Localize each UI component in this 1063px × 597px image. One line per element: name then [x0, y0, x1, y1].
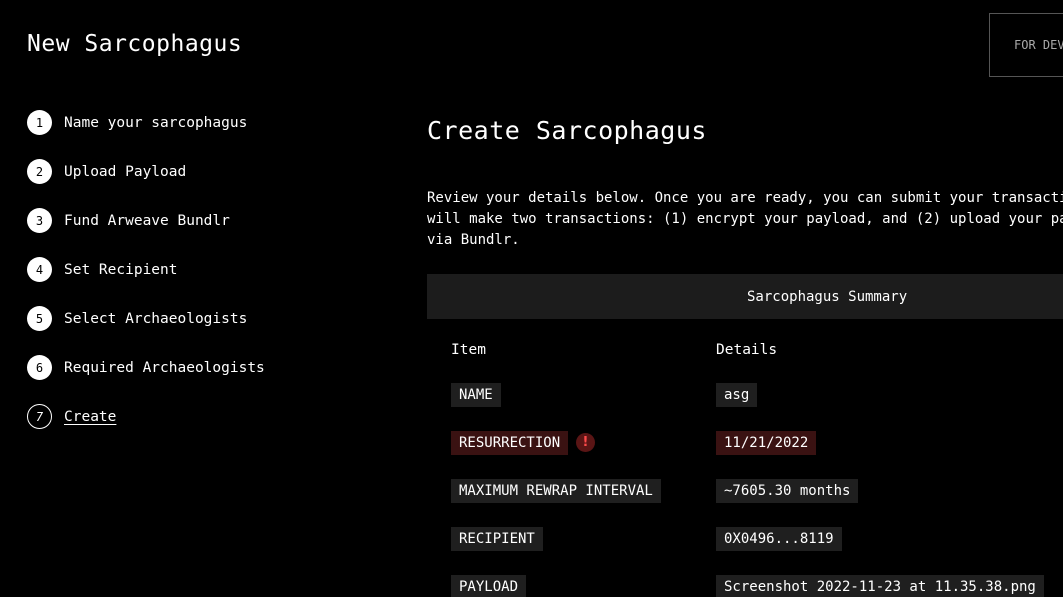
- summary-value-resurrection: 11/21/2022: [716, 431, 817, 455]
- step-number: 2: [27, 159, 52, 184]
- step-label: Name your sarcophagus: [64, 114, 248, 131]
- step-upload-payload[interactable]: 2 Upload Payload: [27, 159, 265, 184]
- summary-value-recipient: 0X0496...8119: [716, 527, 842, 551]
- step-number: 6: [27, 355, 52, 380]
- column-header-item: Item: [451, 342, 486, 358]
- step-label: Set Recipient: [64, 261, 178, 278]
- for-developers-button[interactable]: FOR DEVELOPERS: [989, 13, 1063, 77]
- step-create[interactable]: 7 Create: [27, 404, 265, 429]
- summary-value-payload: Screenshot 2022-11-23 at 11.35.38.png: [716, 575, 1044, 597]
- step-number: 7: [27, 404, 52, 429]
- summary-item-recipient: RECIPIENT: [451, 527, 543, 551]
- summary-title: Sarcophagus Summary: [747, 288, 908, 305]
- step-list: 1 Name your sarcophagus 2 Upload Payload…: [27, 110, 265, 453]
- page: New Sarcophagus FOR DEVELOPERS 1 Name yo…: [0, 0, 1063, 597]
- step-label: Fund Arweave Bundlr: [64, 212, 230, 229]
- summary-value-name: asg: [716, 383, 758, 407]
- summary-item-rewrap-interval: MAXIMUM REWRAP INTERVAL: [451, 479, 661, 503]
- summary-item-resurrection: RESURRECTION: [451, 431, 569, 455]
- summary-item-payload: PAYLOAD: [451, 575, 527, 597]
- step-label: Select Archaeologists: [64, 310, 248, 327]
- exclamation-icon[interactable]: !: [576, 433, 595, 452]
- step-set-recipient[interactable]: 4 Set Recipient: [27, 257, 265, 282]
- step-required-archaeologists[interactable]: 6 Required Archaeologists: [27, 355, 265, 380]
- section-title: Create Sarcophagus: [427, 116, 707, 145]
- step-label: Required Archaeologists: [64, 359, 265, 376]
- step-label: Create: [64, 408, 117, 425]
- step-name-sarcophagus[interactable]: 1 Name your sarcophagus: [27, 110, 265, 135]
- step-select-archaeologists[interactable]: 5 Select Archaeologists: [27, 306, 265, 331]
- description-text: Review your details below. Once you are …: [427, 190, 1063, 248]
- column-header-details: Details: [716, 342, 778, 358]
- page-title: New Sarcophagus: [27, 31, 243, 57]
- step-number: 1: [27, 110, 52, 135]
- step-number: 3: [27, 208, 52, 233]
- step-fund-bundlr[interactable]: 3 Fund Arweave Bundlr: [27, 208, 265, 233]
- step-number: 5: [27, 306, 52, 331]
- step-number: 4: [27, 257, 52, 282]
- summary-item-name: NAME: [451, 383, 501, 407]
- summary-value-rewrap-interval: ~7605.30 months: [716, 479, 859, 503]
- summary-header: Sarcophagus Summary: [427, 274, 1063, 319]
- step-label: Upload Payload: [64, 163, 187, 180]
